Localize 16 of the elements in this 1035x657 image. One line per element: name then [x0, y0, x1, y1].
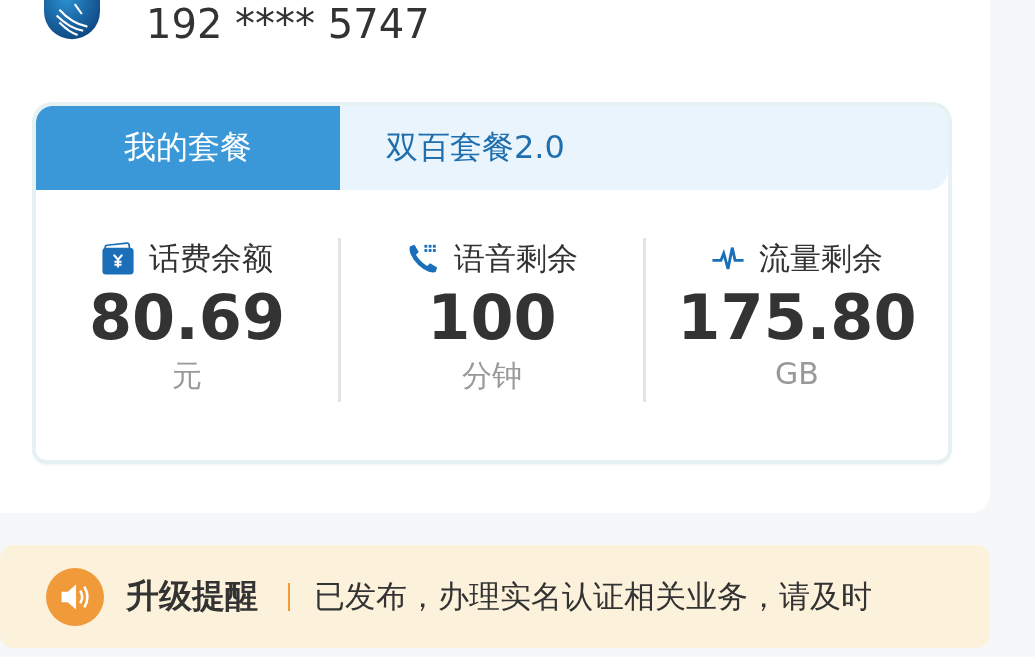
stat-label: 语音剩余: [454, 239, 578, 278]
stat-unit: 元: [172, 357, 202, 395]
notice-title: 升级提醒: [126, 575, 258, 617]
stat-value: 175.80: [677, 280, 917, 356]
notice-text: 已发布，办理实名认证相关业务，请及时: [314, 577, 872, 614]
plan-tab[interactable]: 我的套餐: [36, 106, 340, 190]
stat-unit: 分钟: [462, 357, 522, 395]
stat-value: 100: [427, 280, 557, 356]
phone-number: 192 **** 5747: [146, 0, 430, 48]
wallet-icon: [101, 242, 135, 276]
stat-label: 流量剩余: [759, 239, 883, 278]
stat-unit: GB: [775, 356, 819, 391]
plan-tab[interactable]: 双百套餐2.0: [340, 106, 948, 190]
speaker-icon[interactable]: [46, 567, 104, 626]
stat-label: 话费余额: [149, 239, 273, 278]
stat-value: 80.69: [88, 280, 286, 356]
